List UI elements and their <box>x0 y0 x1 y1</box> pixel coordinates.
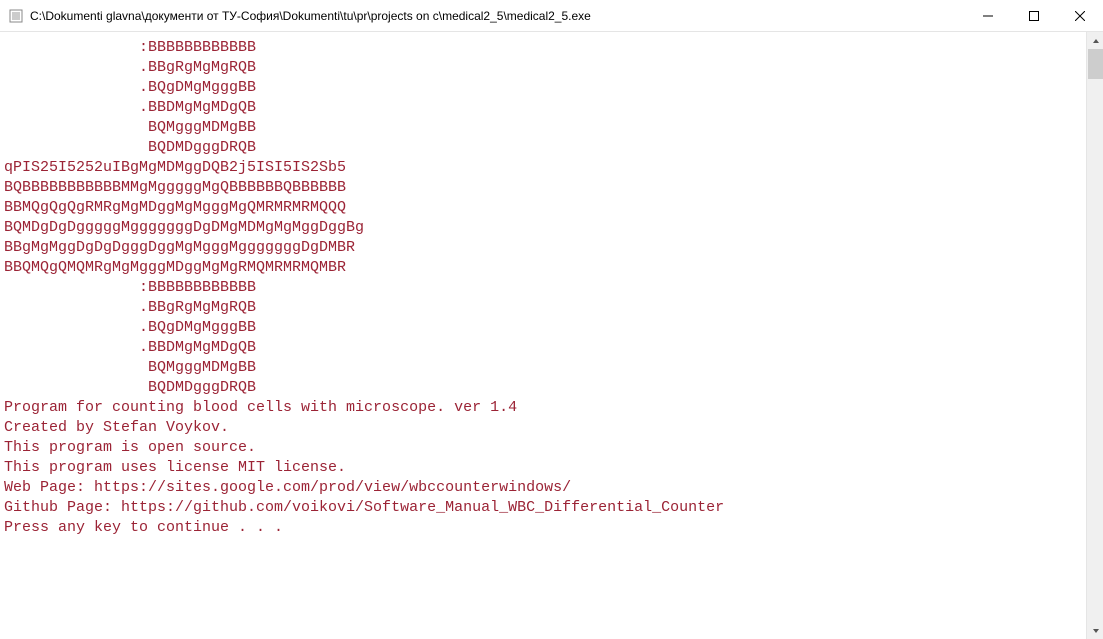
console-line: .BBDMgMgMDgQB <box>4 98 1082 118</box>
console-line: BQDMDgggDRQB <box>4 378 1082 398</box>
console-line: Created by Stefan Voykov. <box>4 418 1082 438</box>
window-controls <box>965 0 1103 31</box>
console-line: BBgMgMggDgDgDgggDggMgMgggMgggggggDgDMBR <box>4 238 1082 258</box>
console-output: :BBBBBBBBBBBB .BBgRgMgMgRQB .BQgDMgMgggB… <box>0 32 1086 639</box>
app-icon <box>8 8 24 24</box>
console-line: .BBDMgMgMDgQB <box>4 338 1082 358</box>
console-line: Github Page: https://github.com/voikovi/… <box>4 498 1082 518</box>
console-line: :BBBBBBBBBBBB <box>4 38 1082 58</box>
console-line: BBQMQgQMQMRgMgMgggMDggMgMgRMQMRMRMQMBR <box>4 258 1082 278</box>
titlebar: C:\Dokumenti glavna\документи от ТУ-Софи… <box>0 0 1103 32</box>
console-line: qPIS25I5252uIBgMgMDMggDQB2j5ISI5IS2Sb5 <box>4 158 1082 178</box>
minimize-button[interactable] <box>965 0 1011 31</box>
scroll-down-arrow[interactable] <box>1087 622 1103 639</box>
vertical-scrollbar[interactable] <box>1086 32 1103 639</box>
console-line: Program for counting blood cells with mi… <box>4 398 1082 418</box>
content-area: :BBBBBBBBBBBB .BBgRgMgMgRQB .BQgDMgMgggB… <box>0 32 1103 639</box>
console-line: .BQgDMgMgggBB <box>4 78 1082 98</box>
scroll-up-arrow[interactable] <box>1087 32 1103 49</box>
console-line: Press any key to continue . . . <box>4 518 1082 538</box>
console-line: :BBBBBBBBBBBB <box>4 278 1082 298</box>
maximize-button[interactable] <box>1011 0 1057 31</box>
console-line: BBMQgQgQgRMRgMgMDggMgMgggMgQMRMRMRMQQQ <box>4 198 1082 218</box>
console-line: .BQgDMgMgggBB <box>4 318 1082 338</box>
console-line: This program uses license MIT license. <box>4 458 1082 478</box>
close-button[interactable] <box>1057 0 1103 31</box>
console-line: BQDMDgggDRQB <box>4 138 1082 158</box>
window-title: C:\Dokumenti glavna\документи от ТУ-Софи… <box>30 9 965 23</box>
console-line: This program is open source. <box>4 438 1082 458</box>
console-line: .BBgRgMgMgRQB <box>4 298 1082 318</box>
console-line: BQBBBBBBBBBBBMMgMgggggMgQBBBBBBQBBBBBB <box>4 178 1082 198</box>
console-line: BQMgggMDMgBB <box>4 358 1082 378</box>
console-line: BQMgggMDMgBB <box>4 118 1082 138</box>
console-line: BQMDgDgDgggggMgggggggDgDMgMDMgMgMggDggBg <box>4 218 1082 238</box>
scroll-thumb[interactable] <box>1088 49 1103 79</box>
console-line: Web Page: https://sites.google.com/prod/… <box>4 478 1082 498</box>
console-line: .BBgRgMgMgRQB <box>4 58 1082 78</box>
